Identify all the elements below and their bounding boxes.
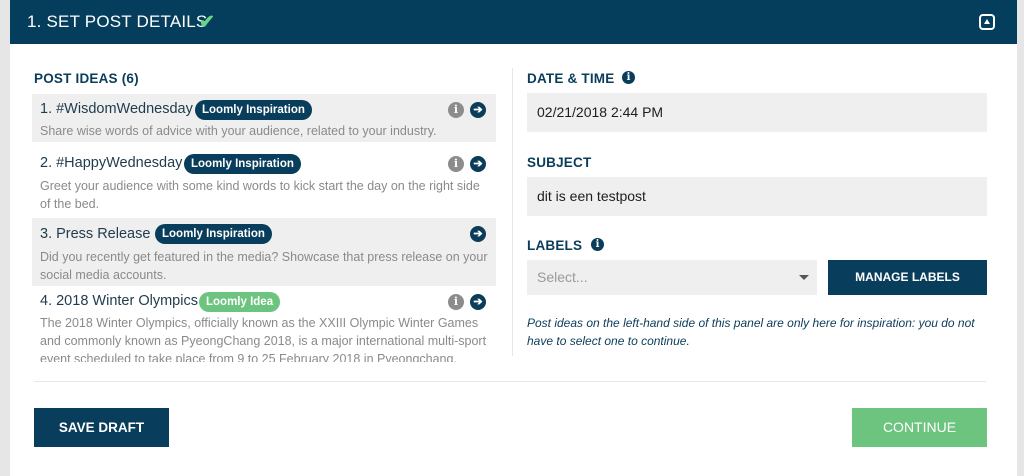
date-time-input[interactable]: 02/21/2018 2:44 PM xyxy=(527,93,987,132)
labels-select-placeholder: Select... xyxy=(537,269,588,285)
date-time-label: DATE & TIME xyxy=(527,71,615,86)
collapse-icon[interactable] xyxy=(979,14,995,30)
post-idea-title: 2. #HappyWednesday xyxy=(40,155,183,171)
arrow-right-icon[interactable]: ➔ xyxy=(470,226,486,242)
post-idea-description: The 2018 Winter Olympics, officially kno… xyxy=(40,316,487,362)
panel-title: 1. SET POST DETAILS xyxy=(27,12,208,31)
post-idea-description: Did you recently get featured in the med… xyxy=(40,250,488,282)
post-idea-title: 4. 2018 Winter Olympics xyxy=(40,293,198,309)
arrow-right-icon[interactable]: ➔ xyxy=(470,102,486,118)
subject-input[interactable]: dit is een testpost xyxy=(527,177,987,216)
post-ideas-list[interactable]: 1. #WisdomWednesday Loomly Inspiration i… xyxy=(32,94,496,362)
post-idea-description: Greet your audience with some kind words… xyxy=(40,179,480,211)
check-icon: ✔ xyxy=(199,12,215,33)
info-icon[interactable]: i xyxy=(448,102,464,118)
panel-header[interactable]: 1. SET POST DETAILS ✔ xyxy=(10,0,1017,44)
post-idea-title: 3. Press Release xyxy=(40,226,151,242)
continue-button[interactable]: CONTINUE xyxy=(852,408,987,447)
info-icon[interactable]: i xyxy=(622,71,635,84)
post-idea-item[interactable]: 2. #HappyWednesday Loomly Inspiration i … xyxy=(32,147,496,213)
save-draft-button[interactable]: SAVE DRAFT xyxy=(34,408,169,447)
labels-label: LABELS xyxy=(527,238,583,253)
subject-label: SUBJECT xyxy=(527,155,592,170)
inspiration-badge: Loomly Inspiration xyxy=(184,154,301,174)
inspiration-badge: Loomly Inspiration xyxy=(155,224,272,244)
inspiration-note: Post ideas on the left-hand side of this… xyxy=(527,316,975,348)
column-divider xyxy=(512,68,513,356)
idea-badge: Loomly Idea xyxy=(199,292,281,312)
info-icon[interactable]: i xyxy=(591,238,604,251)
labels-select[interactable]: Select... xyxy=(527,260,817,295)
footer-divider xyxy=(34,381,986,382)
post-idea-item[interactable]: 4. 2018 Winter Olympics Loomly Idea i ➔ … xyxy=(32,290,496,362)
post-idea-description: Share wise words of advice with your aud… xyxy=(40,124,437,138)
arrow-right-icon[interactable]: ➔ xyxy=(470,294,486,310)
post-ideas-heading: POST IDEAS (6) xyxy=(34,71,139,86)
info-icon[interactable]: i xyxy=(448,156,464,172)
inspiration-badge: Loomly Inspiration xyxy=(195,100,312,120)
post-idea-title: 1. #WisdomWednesday xyxy=(40,101,193,117)
post-idea-item[interactable]: 1. #WisdomWednesday Loomly Inspiration i… xyxy=(32,94,496,142)
chevron-down-icon xyxy=(799,275,809,280)
post-idea-item[interactable]: 3. Press Release Loomly Inspiration ➔ Di… xyxy=(32,218,496,286)
arrow-right-icon[interactable]: ➔ xyxy=(470,156,486,172)
info-icon[interactable]: i xyxy=(448,294,464,310)
post-details-panel: 1. SET POST DETAILS ✔ POST IDEAS (6) 1. … xyxy=(10,0,1017,476)
manage-labels-button[interactable]: MANAGE LABELS xyxy=(828,260,987,295)
